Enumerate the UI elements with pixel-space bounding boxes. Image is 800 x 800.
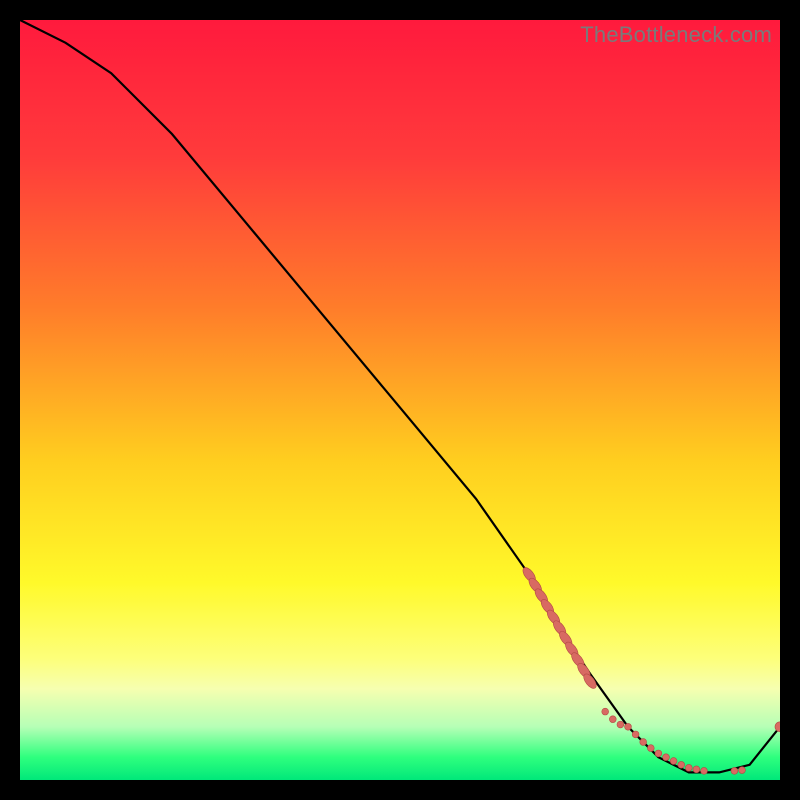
plot-area: TheBottleneck.com	[20, 20, 780, 780]
bottleneck-curve-svg	[20, 20, 780, 780]
bottleneck-curve-line	[20, 20, 780, 772]
watermark-text: TheBottleneck.com	[580, 22, 772, 48]
curve-markers-bottom	[602, 708, 780, 774]
chart-frame: TheBottleneck.com	[0, 0, 800, 800]
curve-markers-dense	[521, 565, 599, 690]
